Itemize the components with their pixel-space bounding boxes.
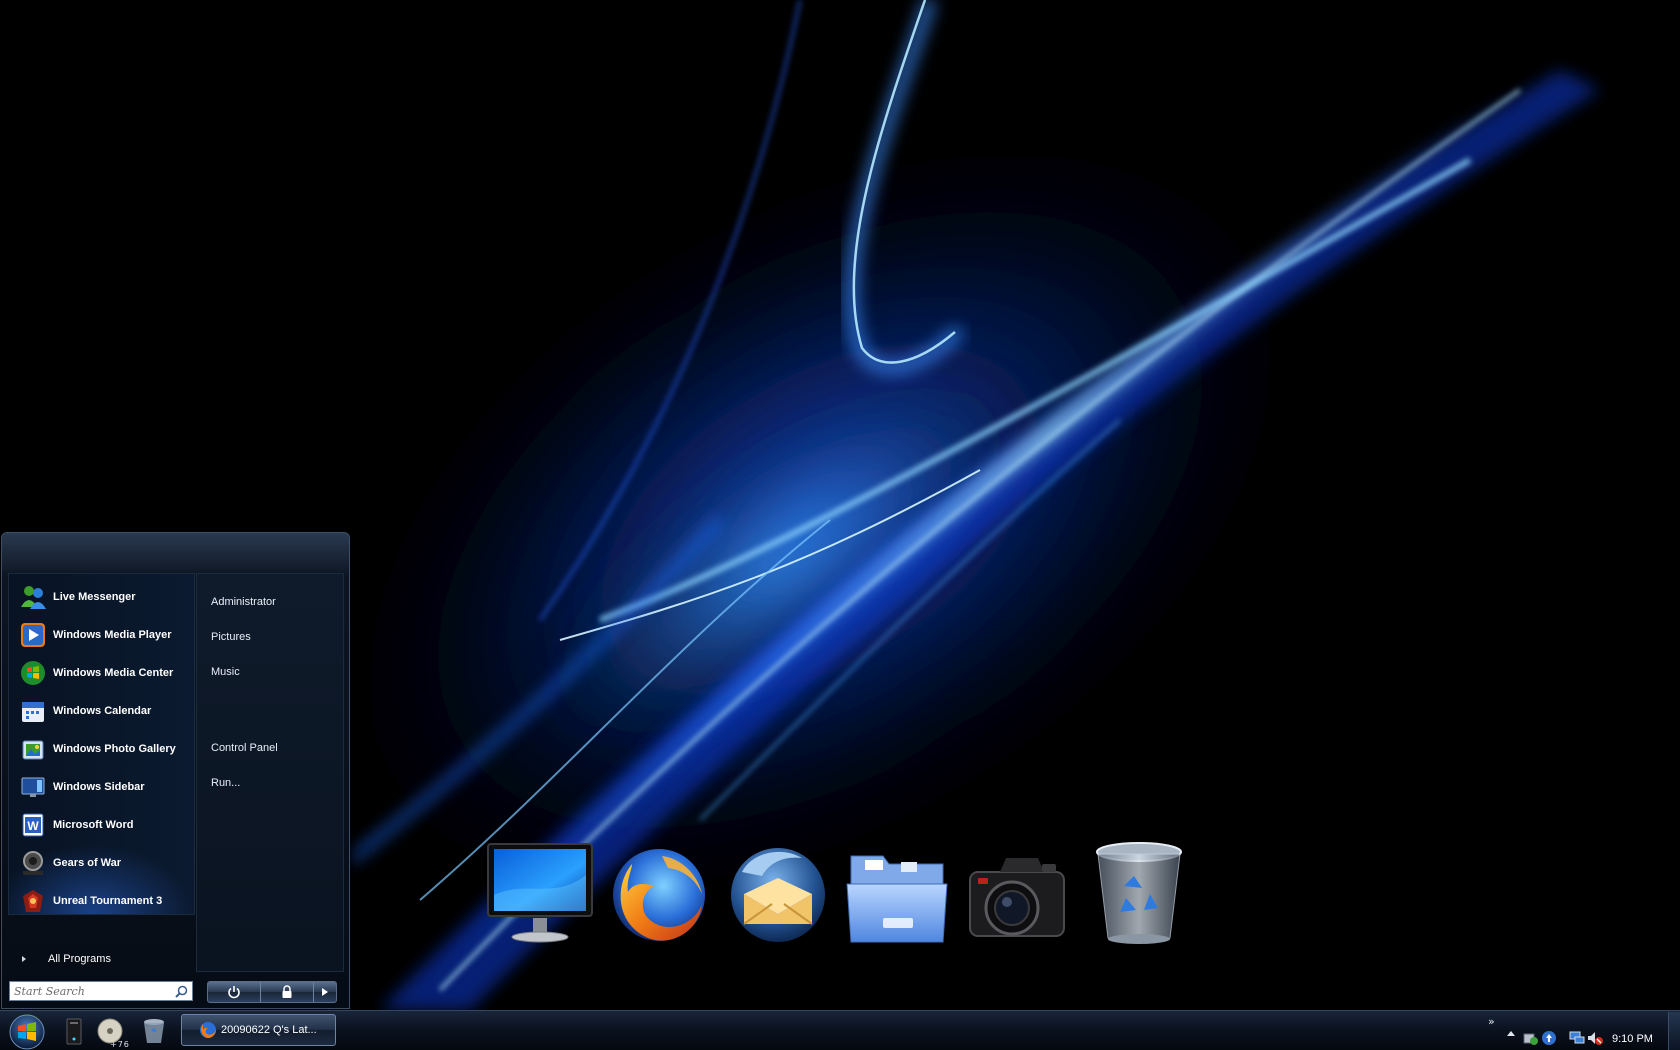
quick-launch-overflow-count[interactable]: +76	[110, 1040, 130, 1049]
program-microsoft-word[interactable]: W Microsoft Word	[17, 808, 193, 842]
program-gears-of-war[interactable]: Gears of War	[17, 846, 193, 880]
show-hidden-icons-arrow-icon[interactable]	[1507, 1031, 1515, 1036]
sidebar-icon	[17, 771, 49, 803]
word-icon: W	[17, 809, 49, 841]
network-icon[interactable]	[1569, 1030, 1585, 1046]
start-menu: Live Messenger Windows Media Player Wind…	[1, 532, 350, 1009]
camera-icon[interactable]	[962, 846, 1072, 956]
firefox-icon[interactable]	[602, 842, 712, 952]
taskbar: +76 20090622 Q's Lat... » 9:10 PM	[0, 1010, 1680, 1050]
photo-gallery-icon	[17, 733, 49, 765]
folder-icon[interactable]	[843, 846, 953, 956]
program-unreal-tournament-3[interactable]: Unreal Tournament 3	[17, 884, 193, 918]
shutdown-options-button[interactable]	[314, 982, 336, 1002]
firefox-small-icon	[200, 1022, 216, 1038]
expand-arrow-icon	[22, 956, 26, 962]
power-button[interactable]	[208, 982, 261, 1002]
toolbar-overflow-chevron[interactable]: »	[1488, 1015, 1495, 1028]
power-icon	[228, 986, 240, 999]
place-music[interactable]: Music	[211, 666, 240, 678]
lock-icon	[282, 985, 292, 998]
pinned-programs-pane: Live Messenger Windows Media Player Wind…	[8, 573, 195, 915]
start-search-input[interactable]	[14, 983, 164, 999]
place-administrator[interactable]: Administrator	[211, 596, 276, 608]
desktop[interactable]: Live Messenger Windows Media Player Wind…	[0, 0, 1680, 1050]
safely-remove-hardware-icon[interactable]	[1522, 1030, 1538, 1046]
svg-text:W: W	[27, 819, 39, 833]
thunderbird-icon[interactable]	[722, 842, 832, 952]
recycle-bin-icon[interactable]	[1084, 838, 1194, 948]
gears-of-war-icon	[17, 847, 49, 879]
all-programs-button[interactable]: All Programs	[22, 949, 111, 969]
chevron-right-icon	[322, 988, 328, 996]
start-orb-windows-icon[interactable]	[8, 1013, 46, 1050]
start-search-box[interactable]	[9, 981, 193, 1001]
show-desktop-button[interactable]	[1668, 1012, 1680, 1050]
power-buttons	[207, 981, 337, 1003]
program-live-messenger[interactable]: Live Messenger	[17, 580, 193, 614]
start-menu-header	[2, 533, 349, 571]
update-shield-icon[interactable]	[1541, 1030, 1557, 1046]
places-pane: Administrator Pictures Music Control Pan…	[196, 573, 344, 972]
taskbar-window-button[interactable]: 20090622 Q's Lat...	[181, 1014, 336, 1046]
recycle-bin-small-icon[interactable]	[140, 1017, 168, 1045]
messenger-icon	[17, 581, 49, 613]
program-windows-photo-gallery[interactable]: Windows Photo Gallery	[17, 732, 193, 766]
computer-tower-icon[interactable]	[60, 1017, 88, 1045]
program-windows-media-player[interactable]: Windows Media Player	[17, 618, 193, 652]
unreal-tournament-icon	[17, 885, 49, 917]
search-icon[interactable]	[175, 985, 188, 998]
place-pictures[interactable]: Pictures	[211, 631, 251, 643]
media-center-icon	[17, 657, 49, 689]
clock[interactable]: 9:10 PM	[1612, 1033, 1653, 1045]
volume-muted-icon[interactable]	[1587, 1030, 1603, 1046]
media-player-icon	[17, 619, 49, 651]
program-windows-calendar[interactable]: Windows Calendar	[17, 694, 193, 728]
program-windows-sidebar[interactable]: Windows Sidebar	[17, 770, 193, 804]
monitor-icon[interactable]	[485, 840, 595, 950]
calendar-icon	[17, 695, 49, 727]
lock-button[interactable]	[261, 982, 314, 1002]
place-control-panel[interactable]: Control Panel	[211, 742, 278, 754]
program-windows-media-center[interactable]: Windows Media Center	[17, 656, 193, 690]
place-run[interactable]: Run...	[211, 777, 240, 789]
